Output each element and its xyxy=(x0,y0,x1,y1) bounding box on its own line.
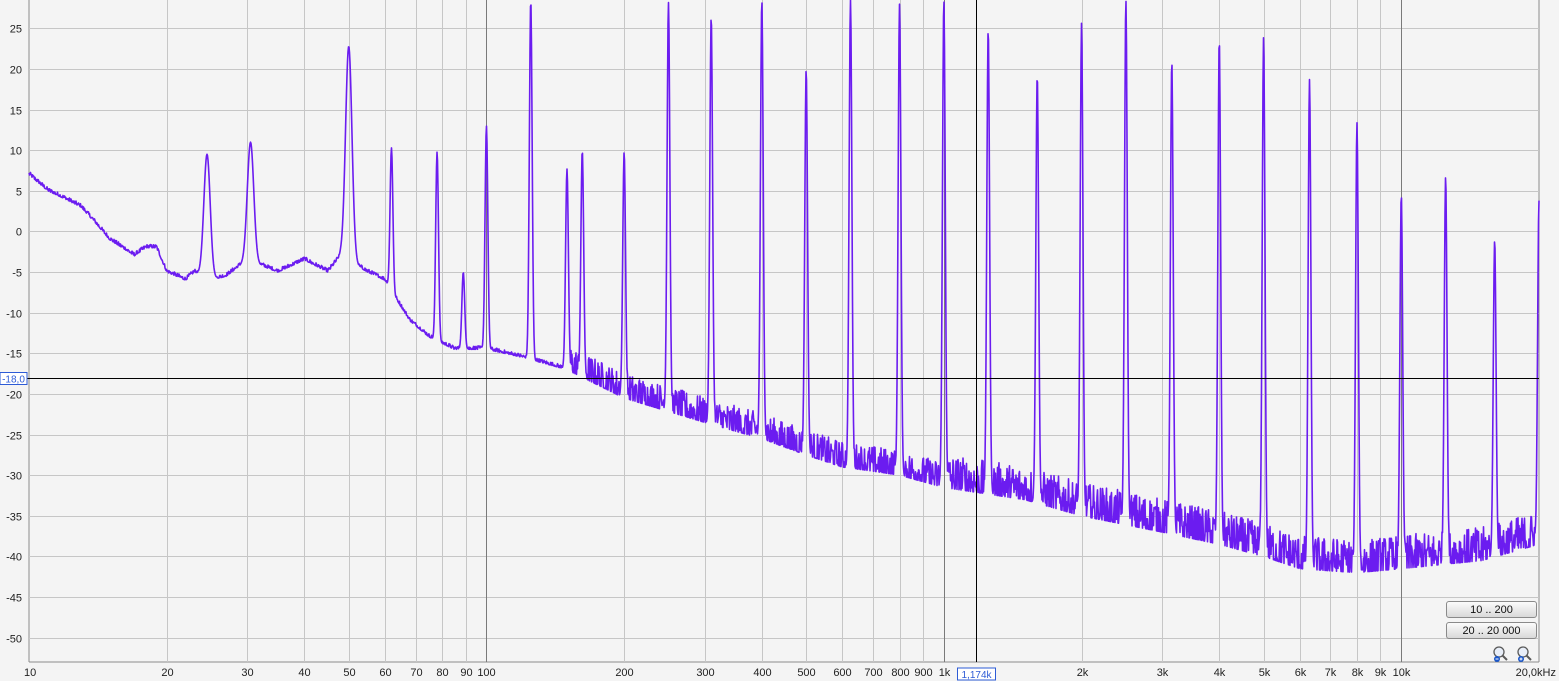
spectrum-chart[interactable]: 2520151050-5-10-15-20-25-30-35-40-45-50 … xyxy=(0,0,1559,681)
peak-point xyxy=(1308,78,1312,82)
x-tick-label: 7k xyxy=(1325,667,1337,679)
peak-point xyxy=(205,152,209,156)
peak-point xyxy=(622,150,626,154)
x-tick-label: 1k xyxy=(939,667,951,679)
y-tick-label: -10 xyxy=(6,309,22,321)
peak-point xyxy=(1217,37,1221,41)
y-tick-label: -20 xyxy=(6,390,22,402)
x-tick-label: 6k xyxy=(1295,667,1307,679)
x-tick-label: 4k xyxy=(1214,667,1226,679)
x-tick-label: 9k xyxy=(1375,667,1387,679)
x-tick-label: 20 xyxy=(161,667,173,679)
x-tick-label: 70 xyxy=(410,667,422,679)
x-tick-label: 50 xyxy=(343,667,355,679)
x-tick-label: 8k xyxy=(1352,667,1364,679)
x-tick-label: 600 xyxy=(833,667,851,679)
x-tick-label: 80 xyxy=(436,667,448,679)
y-tick-label: -45 xyxy=(6,593,22,605)
y-tick-label: 5 xyxy=(16,187,22,199)
x-tick-label: 400 xyxy=(753,667,771,679)
x-tick-label: 10k xyxy=(1393,667,1411,679)
peak-point xyxy=(580,148,584,152)
x-tick-label: 3k xyxy=(1157,667,1169,679)
peak-point xyxy=(1537,199,1541,203)
peak-point xyxy=(1035,73,1039,77)
x-tick-label: 300 xyxy=(696,667,714,679)
peak-point xyxy=(249,140,253,144)
peak-point xyxy=(1493,238,1497,242)
peak-point xyxy=(347,44,351,48)
x-tick-label: 2k xyxy=(1077,667,1089,679)
y-tick-label: -15 xyxy=(6,349,22,361)
cursor-y-readout: -18,0 xyxy=(2,375,25,386)
x-tick-label: 30 xyxy=(241,667,253,679)
peak-point xyxy=(986,27,990,31)
peak-point xyxy=(898,2,902,6)
y-tick-label: 20 xyxy=(10,65,22,77)
x-tick-label: 10 xyxy=(24,667,36,679)
cursor-x-readout: 1,174k xyxy=(961,670,992,681)
peak-point xyxy=(435,150,439,154)
peak-point xyxy=(390,146,394,150)
peak-point xyxy=(1444,174,1448,178)
y-tick-label: 10 xyxy=(10,146,22,158)
x-tick-label: 800 xyxy=(891,667,909,679)
x-tick-label: 900 xyxy=(914,667,932,679)
y-tick-label: -40 xyxy=(6,552,22,564)
peak-point xyxy=(461,270,465,274)
x-tick-label: 60 xyxy=(379,667,391,679)
x-tick-label: 100 xyxy=(477,667,495,679)
peak-point xyxy=(804,67,808,71)
peak-point xyxy=(1080,21,1084,25)
peak-point xyxy=(484,124,488,128)
x-tick-label: 90 xyxy=(460,667,472,679)
peak-point xyxy=(1262,35,1266,39)
y-tick-label: 15 xyxy=(10,106,22,118)
x-tick-label: 200 xyxy=(615,667,633,679)
y-tick-label: -25 xyxy=(6,431,22,443)
y-tick-label: 25 xyxy=(10,24,22,36)
zoom-in-icon[interactable] xyxy=(1516,645,1534,663)
x-tick-label: 500 xyxy=(797,667,815,679)
y-tick-label: -35 xyxy=(6,512,22,524)
y-tick-label: -30 xyxy=(6,471,22,483)
peak-point xyxy=(709,14,713,18)
peak-point xyxy=(1170,59,1174,63)
y-tick-label: 0 xyxy=(16,227,22,239)
zoom-out-icon[interactable] xyxy=(1492,645,1510,663)
x-tick-label: 20,0kHz xyxy=(1516,667,1556,679)
peak-point xyxy=(667,0,671,4)
y-tick-label: -50 xyxy=(6,634,22,646)
range-20-20000-button[interactable]: 20 .. 20 000 xyxy=(1446,622,1537,639)
x-tick-label: 5k xyxy=(1259,667,1271,679)
plot-background xyxy=(0,0,1559,681)
y-tick-label: -5 xyxy=(12,268,22,280)
peak-point xyxy=(1399,192,1403,196)
peak-point xyxy=(565,167,569,171)
x-tick-label: 40 xyxy=(298,667,310,679)
x-tick-label: 700 xyxy=(864,667,882,679)
peak-point xyxy=(1355,121,1359,125)
range-10-200-button[interactable]: 10 .. 200 xyxy=(1446,601,1537,618)
